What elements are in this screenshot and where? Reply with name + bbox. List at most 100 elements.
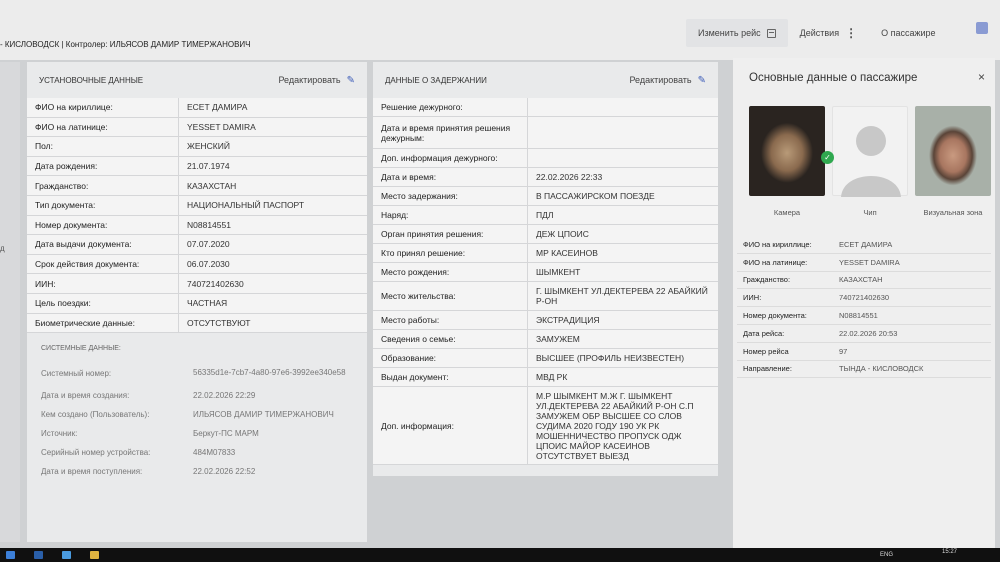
table-row: ФИО на латинице: YESSET DAMIRA	[27, 117, 367, 138]
pencil-icon: ✎	[697, 74, 706, 86]
row-label: Направление:	[743, 364, 792, 374]
table-row: Источник: Беркут-ПС МАРМ	[27, 424, 367, 443]
row-value: N08814551	[187, 219, 231, 230]
table-row: Сведения о семье: ЗАМУЖЕМ	[373, 330, 718, 349]
setup-edit-button[interactable]: Редактировать ✎	[278, 75, 355, 86]
table-row: Доп. информация: М.Р ШЫМКЕНТ М.Ж Г. ШЫМКЕ…	[373, 387, 718, 465]
row-value: КАЗАХСТАН	[839, 275, 883, 285]
table-row: Системный номер: 56335d1e-7cb7-4a80-97e6-…	[27, 360, 367, 386]
row-label: Дата и время создания:	[41, 391, 130, 401]
photo-caption-chip: Чип	[863, 208, 877, 217]
taskbar-app-icon[interactable]	[62, 551, 71, 559]
passenger-panel: Основные данные о пассажире × ✓ Камера Ч…	[733, 58, 995, 548]
setup-panel-title: УСТАНОВОЧНЫЕ ДАННЫЕ	[39, 75, 144, 85]
row-label: Номер документа:	[743, 311, 807, 321]
row-label: Дата и время принятия решения дежурным:	[373, 117, 528, 148]
row-label: ИИН:	[27, 274, 179, 293]
pencil-icon: ✎	[346, 74, 355, 86]
setup-data-table: ФИО на кириллице: ЕСЕТ ДАМИРА ФИО на латин…	[27, 98, 367, 334]
setup-data-panel: УСТАНОВОЧНЫЕ ДАННЫЕ Редактировать ✎ ФИО …	[27, 62, 367, 542]
row-label: Тип документа:	[27, 195, 179, 215]
table-row: ИИН: 740721402630	[27, 274, 367, 294]
row-label: Дата рождения:	[27, 156, 179, 176]
row-label: Источник:	[41, 429, 78, 439]
row-value	[528, 117, 718, 148]
row-value: МВД РК	[536, 372, 568, 382]
table-row: Кто принял решение: МР КАСЕИНОВ	[373, 244, 718, 263]
row-value: 22.02.2026 20:53	[839, 328, 898, 338]
table-row: Место рождения: ШЫМКЕНТ	[373, 263, 718, 282]
table-row: Дата и время создания: 22.02.2026 22:29	[27, 386, 367, 405]
row-label: ФИО на кириллице:	[743, 239, 812, 249]
camera-photo	[749, 106, 825, 196]
app-corner-icon[interactable]	[976, 22, 988, 34]
change-route-label: Изменить рейс	[698, 28, 761, 38]
table-row: Номер документа: N08814551	[737, 307, 991, 325]
table-row: Решение дежурного:	[373, 98, 718, 117]
row-value: НАЦИОНАЛЬНЫЙ ПАСПОРТ	[187, 200, 305, 211]
detention-edit-button[interactable]: Редактировать ✎	[629, 75, 706, 86]
match-check-icon: ✓	[821, 151, 834, 164]
passenger-panel-title: Основные данные о пассажире	[749, 72, 918, 84]
detention-data-table: Решение дежурного: Дата и время принятия …	[373, 98, 718, 465]
avatar-placeholder-icon	[841, 126, 901, 197]
top-actions: Изменить рейс Действия ⋮ О пассажире	[686, 18, 986, 48]
table-row: Образование: ВЫСШЕЕ (ПРОФИЛЬ НЕИЗВЕСТЕН)	[373, 349, 718, 368]
visual-zone-photo	[915, 106, 991, 196]
row-value: ШЫМКЕНТ	[536, 267, 581, 277]
system-data-table: Системный номер: 56335d1e-7cb7-4a80-97e6-…	[27, 360, 367, 481]
system-data-title: СИСТЕМНЫЕ ДАННЫЕ:	[41, 345, 121, 353]
row-value: ВЫСШЕЕ (ПРОФИЛЬ НЕИЗВЕСТЕН)	[536, 353, 685, 363]
calendar-icon	[766, 28, 776, 38]
row-value: 97	[839, 346, 848, 356]
row-label: Номер документа:	[27, 215, 179, 235]
row-value	[528, 98, 718, 116]
row-label: Решение дежурного:	[373, 98, 528, 116]
table-row: Дата рождения: 21.07.1974	[27, 156, 367, 177]
row-value: 740721402630	[187, 278, 244, 289]
detention-panel-title: ДАННЫЕ О ЗАДЕРЖАНИИ	[385, 75, 487, 85]
breadcrumb: - КИСЛОВОДСК | Контролер: ИЛЬЯСОВ ДАМИР …	[0, 40, 251, 49]
actions-label: Действия	[799, 28, 840, 38]
row-value: 07.07.2020	[187, 239, 230, 250]
table-row: Пол: ЖЕНСКИЙ	[27, 137, 367, 157]
row-label: Гражданство:	[27, 176, 179, 195]
folder-icon[interactable]	[90, 551, 99, 559]
row-label: Доп. информация:	[373, 387, 528, 464]
about-passenger-label: О пассажире	[881, 28, 936, 38]
table-row: Срок действия документа: 06.07.2030	[27, 254, 367, 275]
os-taskbar: ENG 15:27	[0, 548, 1000, 562]
close-icon[interactable]: ×	[978, 70, 985, 84]
taskbar-app-icon[interactable]	[34, 551, 43, 559]
actions-button[interactable]: Действия ⋮	[788, 19, 869, 47]
table-row: Дата выдачи документа: 07.07.2020	[27, 235, 367, 255]
row-value: ЖЕНСКИЙ	[187, 141, 230, 152]
language-indicator[interactable]: ENG	[880, 552, 893, 558]
about-passenger-button[interactable]: О пассажире	[869, 19, 947, 47]
row-value: М.Р ШЫМКЕНТ М.Ж Г. ШЫМКЕНТ УЛ.ДЕКТЕРЕВА …	[536, 390, 694, 461]
row-label: Дата и время:	[373, 168, 528, 186]
row-label: Номер рейса	[743, 346, 789, 356]
row-value: КАЗАХСТАН	[187, 180, 237, 191]
table-row: Дата и время принятия решения дежурным:	[373, 117, 718, 149]
row-value: YESSET DAMIRA	[839, 257, 900, 267]
row-value: 22.02.2026 22:33	[536, 172, 603, 182]
row-value: МР КАСЕИНОВ	[536, 248, 598, 258]
table-row: Направление: ТЫНДА - КИСЛОВОДСК	[737, 361, 991, 379]
row-value: ИЛЬЯСОВ ДАМИР ТИМЕРЖАНОВИЧ	[193, 409, 334, 419]
table-row: Номер рейса 97	[737, 343, 991, 361]
row-value: 22.02.2026 22:52	[193, 466, 256, 476]
row-label: Орган принятия решения:	[373, 225, 528, 243]
row-label: Доп. информация дежурного:	[373, 149, 528, 167]
table-row: Дата и время: 22.02.2026 22:33	[373, 168, 718, 187]
table-row: Место работы: ЭКСТРАДИЦИЯ	[373, 311, 718, 330]
row-value	[528, 149, 718, 167]
row-label: Место жительства:	[373, 282, 528, 310]
row-label: ИИН:	[743, 293, 762, 303]
row-label: Место задержания:	[373, 187, 528, 205]
row-value: В ПАССАЖИРСКОМ ПОЕЗДЕ	[536, 191, 655, 201]
change-route-button[interactable]: Изменить рейс	[686, 19, 788, 47]
row-value: 740721402630	[839, 293, 890, 303]
row-label: Место рождения:	[373, 263, 528, 281]
start-icon[interactable]	[6, 551, 15, 559]
